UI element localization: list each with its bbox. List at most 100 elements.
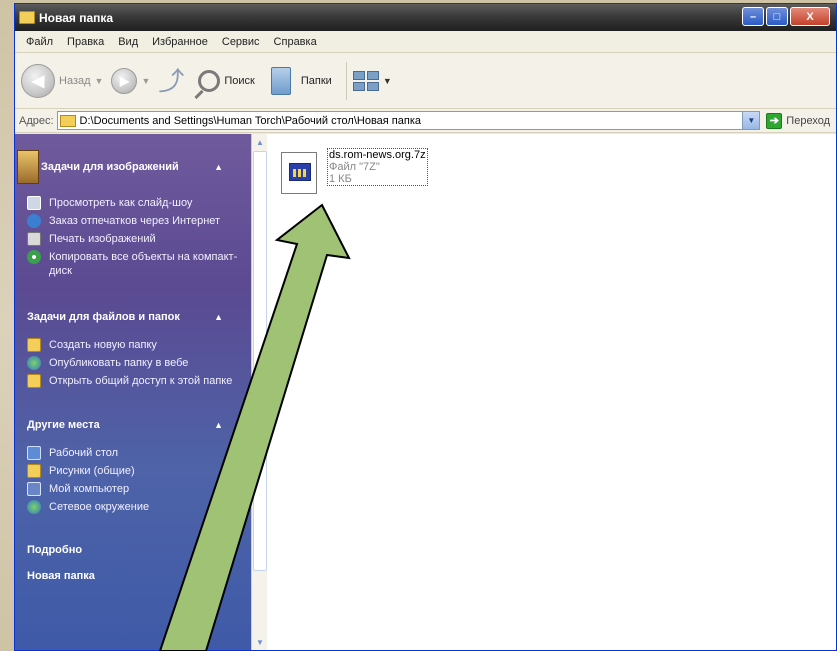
shared-pictures-icon: [27, 464, 41, 478]
address-field[interactable]: D:\Documents and Settings\Human Torch\Ра…: [56, 111, 761, 130]
file-tasks-panel: Задачи для файлов и папок ▲ Создать нову…: [27, 308, 241, 388]
go-arrow-icon: ➔: [766, 112, 783, 129]
explorer-window: Новая папка – □ X Файл Правка Вид Избран…: [14, 3, 837, 651]
title-bar[interactable]: Новая папка – □ X: [15, 4, 836, 31]
archive-file-icon: [281, 152, 317, 194]
back-arrow-icon: ◀: [21, 63, 55, 98]
folders-button[interactable]: Папки: [270, 66, 332, 95]
menu-help[interactable]: Справка: [267, 36, 324, 48]
place-shared-pictures[interactable]: Рисунки (общие): [27, 464, 241, 478]
place-label: Рабочий стол: [49, 447, 119, 459]
network-icon: [27, 500, 41, 514]
toolbar: ◀ Назад ▼ ▶ ▼ ⤴ Поиск Папки ▼: [15, 53, 836, 109]
menu-tools[interactable]: Сервис: [215, 36, 267, 48]
folders-label: Папки: [300, 74, 332, 87]
go-label: Переход: [786, 114, 830, 127]
place-desktop[interactable]: Рабочий стол: [27, 446, 241, 460]
task-share-folder[interactable]: Открыть общий доступ к этой папке: [27, 374, 241, 388]
pictures-icon: [17, 150, 39, 184]
task-label: Заказ отпечатков через Интернет: [49, 215, 221, 227]
views-icon: [352, 70, 379, 91]
task-slideshow[interactable]: Просмотреть как слайд-шоу: [27, 196, 241, 210]
menu-edit[interactable]: Правка: [60, 36, 111, 48]
search-button[interactable]: Поиск: [198, 69, 255, 92]
menu-file[interactable]: Файл: [19, 36, 60, 48]
image-tasks-title: Задачи для изображений: [41, 161, 179, 173]
collapse-chevron-icon[interactable]: ▲: [214, 162, 223, 172]
search-label: Поиск: [224, 74, 255, 87]
collapse-chevron-icon[interactable]: ▲: [214, 420, 223, 430]
up-arrow-icon: ⤴: [158, 65, 185, 96]
details-panel: Подробно Новая папка: [27, 544, 241, 582]
back-label: Назад: [59, 74, 91, 87]
task-publish-web[interactable]: Опубликовать папку в вебе: [27, 356, 241, 370]
address-dropdown-icon[interactable]: ▼: [742, 112, 760, 129]
file-size: 1 КБ: [329, 173, 352, 185]
forward-arrow-icon: ▶: [111, 67, 138, 94]
my-computer-icon: [27, 482, 41, 496]
image-tasks-header[interactable]: Задачи для изображений ▲: [17, 150, 241, 184]
task-label: Копировать все объекты на компакт-диск: [49, 251, 238, 277]
menu-bar: Файл Правка Вид Избранное Сервис Справка: [15, 31, 836, 53]
scroll-thumb[interactable]: [253, 151, 267, 571]
task-pane-scrollbar[interactable]: ▲ ▼: [251, 134, 267, 650]
file-list-pane[interactable]: ds.rom-news.org.7z Файл "7Z" 1 КБ: [267, 134, 836, 650]
place-label: Мой компьютер: [49, 483, 130, 495]
folder-icon: [59, 114, 76, 127]
menu-favorites[interactable]: Избранное: [145, 36, 215, 48]
back-dropdown-icon[interactable]: ▼: [95, 76, 104, 86]
place-network[interactable]: Сетевое окружение: [27, 500, 241, 514]
maximize-button[interactable]: □: [766, 7, 788, 26]
place-label: Сетевое окружение: [49, 501, 150, 513]
task-print[interactable]: Печать изображений: [27, 232, 241, 246]
address-label: Адрес:: [19, 114, 54, 127]
address-path: D:\Documents and Settings\Human Torch\Ра…: [79, 114, 421, 127]
views-dropdown-icon[interactable]: ▼: [383, 76, 392, 86]
image-tasks-panel: Задачи для изображений ▲ Просмотреть как…: [17, 150, 241, 278]
details-title[interactable]: Подробно: [27, 544, 241, 556]
task-label: Создать новую папку: [49, 339, 157, 351]
up-button[interactable]: ⤴: [158, 68, 184, 94]
print-icon: [27, 232, 41, 246]
close-button[interactable]: X: [790, 7, 830, 26]
slideshow-icon: [27, 196, 41, 210]
file-tasks-title: Задачи для файлов и папок: [27, 311, 180, 323]
back-button[interactable]: ◀ Назад ▼: [21, 63, 104, 98]
other-places-title: Другие места: [27, 419, 100, 431]
folder-icon: [19, 11, 35, 24]
order-prints-icon: [27, 214, 41, 228]
window-title: Новая папка: [39, 10, 114, 25]
address-bar: Адрес: D:\Documents and Settings\Human T…: [15, 109, 836, 133]
minimize-button[interactable]: –: [742, 7, 764, 26]
go-button[interactable]: ➔ Переход: [760, 112, 836, 129]
task-copy-cd[interactable]: Копировать все объекты на компакт-диск: [27, 250, 241, 278]
task-label: Опубликовать папку в вебе: [49, 357, 189, 369]
task-order-prints[interactable]: Заказ отпечатков через Интернет: [27, 214, 241, 228]
file-name: ds.rom-news.org.7z: [329, 149, 426, 161]
toolbar-separator: [345, 61, 347, 100]
content-area: Задачи для изображений ▲ Просмотреть как…: [15, 134, 836, 650]
file-info: ds.rom-news.org.7z Файл "7Z" 1 КБ: [327, 148, 428, 186]
views-button[interactable]: ▼: [352, 70, 392, 91]
cd-icon: [27, 250, 41, 264]
collapse-chevron-icon[interactable]: ▲: [214, 312, 223, 322]
menu-view[interactable]: Вид: [111, 36, 145, 48]
scroll-down-icon[interactable]: ▼: [252, 634, 268, 650]
folders-icon: [270, 66, 291, 95]
desktop-icon: [27, 446, 41, 460]
task-new-folder[interactable]: Создать новую папку: [27, 338, 241, 352]
new-folder-icon: [27, 338, 41, 352]
publish-web-icon: [27, 356, 41, 370]
forward-dropdown-icon[interactable]: ▼: [141, 76, 150, 86]
task-label: Просмотреть как слайд-шоу: [49, 197, 193, 209]
other-places-header[interactable]: Другие места ▲: [27, 416, 241, 434]
file-item[interactable]: ds.rom-news.org.7z Файл "7Z" 1 КБ: [281, 148, 428, 194]
task-label: Печать изображений: [49, 233, 156, 245]
task-label: Открыть общий доступ к этой папке: [49, 375, 233, 387]
share-folder-icon: [27, 374, 41, 388]
forward-button[interactable]: ▶ ▼: [111, 67, 150, 94]
place-my-computer[interactable]: Мой компьютер: [27, 482, 241, 496]
details-folder-name: Новая папка: [27, 570, 95, 582]
file-tasks-header[interactable]: Задачи для файлов и папок ▲: [27, 308, 241, 326]
scroll-up-icon[interactable]: ▲: [252, 134, 268, 150]
